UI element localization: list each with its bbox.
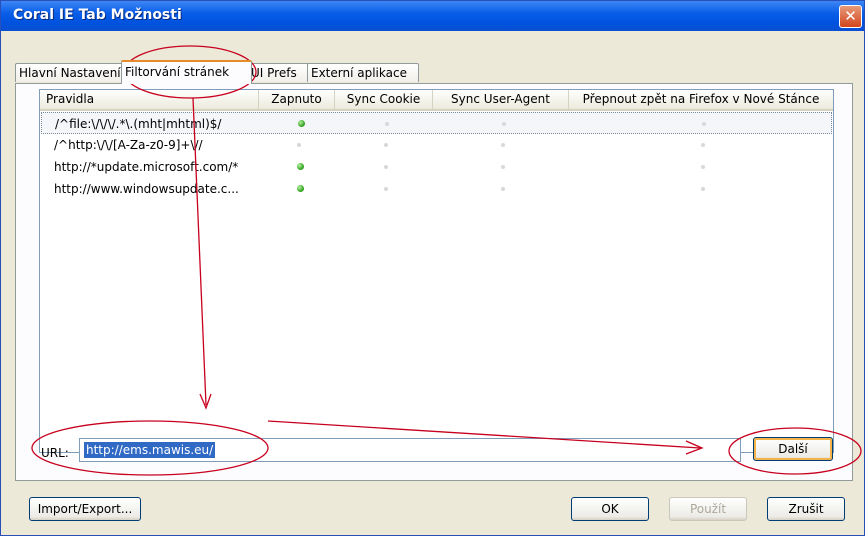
sync-user-agent-indicator[interactable] [501,165,505,169]
close-button[interactable]: ✕ [839,5,862,28]
column-header-rules[interactable]: Pravidla [40,90,259,109]
column-header-sync-cookie[interactable]: Sync Cookie [335,90,433,109]
options-window: Coral IE Tab Možnosti ✕ Hlavní Nastavení… [0,0,865,536]
tab-external-apps[interactable]: Externí aplikace [307,63,419,82]
ok-button[interactable]: OK [571,497,649,521]
apply-button[interactable]: Použít [669,497,747,521]
rule-text: http://www.windowsupdate.c... [54,182,239,196]
sync-cookie-indicator[interactable] [385,122,389,126]
next-button[interactable]: Další [753,437,833,461]
switch-back-indicator[interactable] [701,187,705,191]
close-icon: ✕ [844,7,857,25]
column-header-switch-back[interactable]: Přepnout zpět na Firefox v Nové Stánce [569,90,833,109]
enabled-indicator[interactable] [297,185,304,192]
sync-user-agent-indicator[interactable] [501,187,505,191]
url-field[interactable]: http://ems.mawis.eu/ [79,438,741,462]
url-value[interactable]: http://ems.mawis.eu/ [84,442,216,458]
column-header-sync-user-agent[interactable]: Sync User-Agent [433,90,569,109]
list-item[interactable]: http://www.windowsupdate.c... [41,178,832,200]
cancel-button[interactable]: Zrušit [767,497,845,521]
enabled-indicator[interactable] [297,143,301,147]
tab-ui-prefs[interactable]: UI Prefs [247,63,311,82]
sync-cookie-indicator[interactable] [384,187,388,191]
list-item[interactable]: /^file:\/\/\/.*\.(mht|mhtml)$/ [41,112,832,134]
list-item[interactable]: http://*update.microsoft.com/* [41,156,832,178]
sync-user-agent-indicator[interactable] [502,122,506,126]
enabled-indicator[interactable] [298,120,305,127]
column-header-enabled[interactable]: Zapnuto [259,90,335,109]
tab-panel: Pravidla Zapnuto Sync Cookie Sync User-A… [15,83,853,481]
tab-main-settings[interactable]: Hlavní Nastavení [15,63,123,82]
sync-user-agent-indicator[interactable] [501,143,505,147]
url-label: URL: [41,446,69,460]
enabled-indicator[interactable] [297,163,304,170]
switch-back-indicator[interactable] [701,143,705,147]
list-header: Pravidla Zapnuto Sync Cookie Sync User-A… [40,90,833,111]
tab-page-filtering[interactable]: Filtorvání stránek [121,60,252,84]
title-bar[interactable]: Coral IE Tab Možnosti ✕ [1,1,864,31]
sync-cookie-indicator[interactable] [384,143,388,147]
switch-back-indicator[interactable] [702,122,706,126]
rule-text: /^http:\/\/[A-Za-z0-9]+\// [54,138,203,152]
rule-text: /^file:\/\/\/.*\.(mht|mhtml)$/ [55,117,222,131]
import-export-button[interactable]: Import/Export... [29,497,141,521]
switch-back-indicator[interactable] [701,165,705,169]
window-title: Coral IE Tab Možnosti [13,7,182,23]
sync-cookie-indicator[interactable] [384,165,388,169]
rule-text: http://*update.microsoft.com/* [54,160,239,174]
rules-list[interactable]: Pravidla Zapnuto Sync Cookie Sync User-A… [39,89,834,453]
list-item[interactable]: /^http:\/\/[A-Za-z0-9]+\// [41,134,832,156]
